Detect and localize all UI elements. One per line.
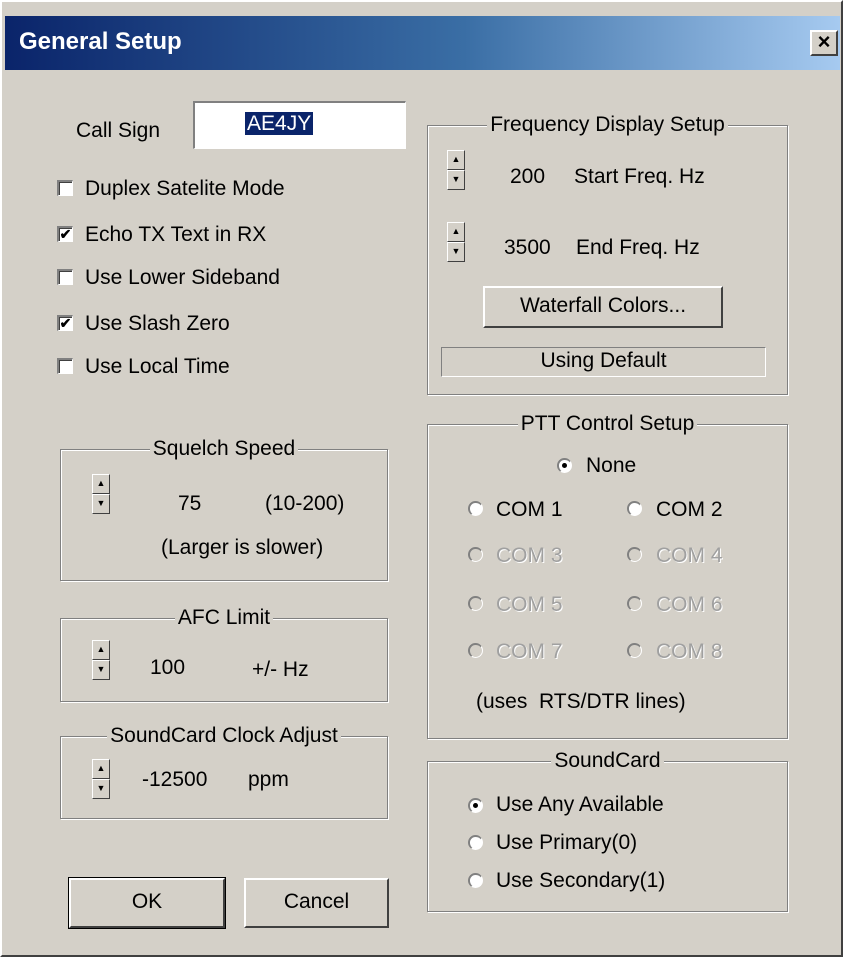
end-freq-spinner[interactable]: ▲ ▼: [447, 222, 465, 262]
com4-label: COM 4: [656, 544, 723, 567]
afc-value: 100: [150, 656, 186, 679]
close-button[interactable]: ×: [810, 30, 838, 56]
squelch-spinner[interactable]: ▲ ▼: [92, 474, 110, 514]
frequency-display-title: Frequency Display Setup: [487, 113, 728, 136]
spin-down-icon[interactable]: ▼: [92, 494, 110, 514]
squelch-value: 75: [178, 492, 202, 515]
clock-value: -12500: [142, 768, 208, 791]
clock-spinner[interactable]: ▲ ▼: [92, 759, 110, 799]
duplex-checkbox[interactable]: [57, 180, 73, 196]
com3-radio: [468, 547, 483, 562]
squelch-range: (10-200): [265, 492, 345, 515]
echo-tx-label: Echo TX Text in RX: [85, 223, 267, 246]
local-time-label: Use Local Time: [85, 355, 230, 378]
com8-radio: [627, 643, 642, 658]
spin-down-icon[interactable]: ▼: [447, 242, 465, 262]
ptt-control-title: PTT Control Setup: [517, 412, 698, 435]
spin-down-icon[interactable]: ▼: [92, 660, 110, 680]
call-sign-value: AE4JY: [245, 112, 314, 135]
spin-up-icon[interactable]: ▲: [92, 640, 110, 660]
com5-label: COM 5: [496, 593, 563, 616]
com7-radio: [468, 643, 483, 658]
ptt-none-label: None: [586, 454, 637, 477]
lower-sideband-checkbox[interactable]: [57, 269, 73, 285]
call-sign-input[interactable]: AE4JY: [193, 101, 406, 149]
spin-up-icon[interactable]: ▲: [92, 759, 110, 779]
spin-down-icon[interactable]: ▼: [92, 779, 110, 799]
spin-down-icon[interactable]: ▼: [447, 170, 465, 190]
afc-limit-title: AFC Limit: [174, 606, 274, 629]
lower-sideband-label: Use Lower Sideband: [85, 266, 280, 289]
com8-label: COM 8: [656, 640, 723, 663]
cancel-button[interactable]: Cancel: [244, 878, 389, 928]
window-title: General Setup: [19, 28, 182, 55]
squelch-speed-title: Squelch Speed: [149, 437, 299, 460]
clock-adjust-title: SoundCard Clock Adjust: [107, 724, 341, 747]
com6-radio: [627, 596, 642, 611]
squelch-note: (Larger is slower): [161, 536, 324, 559]
com5-radio: [468, 596, 483, 611]
ptt-none-radio[interactable]: [557, 458, 572, 473]
waterfall-colors-button[interactable]: Waterfall Colors...: [483, 286, 723, 328]
com1-label: COM 1: [496, 498, 563, 521]
slash-zero-checkbox[interactable]: ✔: [57, 315, 73, 331]
com2-label: COM 2: [656, 498, 723, 521]
spin-up-icon[interactable]: ▲: [92, 474, 110, 494]
com3-label: COM 3: [496, 544, 563, 567]
com6-label: COM 6: [656, 593, 723, 616]
ptt-note: (uses RTS/DTR lines): [476, 690, 686, 713]
duplex-label: Duplex Satelite Mode: [85, 177, 285, 200]
soundcard-primary-radio[interactable]: [468, 835, 483, 850]
soundcard-secondary-label: Use Secondary(1): [496, 869, 666, 892]
start-freq-spinner[interactable]: ▲ ▼: [447, 150, 465, 190]
com1-radio[interactable]: [468, 501, 483, 516]
com4-radio: [627, 547, 642, 562]
call-sign-label: Call Sign: [76, 119, 161, 142]
start-freq-value: 200: [510, 165, 546, 188]
com7-label: COM 7: [496, 640, 563, 663]
soundcard-secondary-radio[interactable]: [468, 873, 483, 888]
slash-zero-label: Use Slash Zero: [85, 312, 230, 335]
clock-unit: ppm: [248, 768, 289, 791]
soundcard-any-radio[interactable]: [468, 798, 483, 813]
spin-up-icon[interactable]: ▲: [447, 150, 465, 170]
afc-spinner[interactable]: ▲ ▼: [92, 640, 110, 680]
end-freq-value: 3500: [504, 236, 551, 259]
end-freq-label: End Freq. Hz: [576, 236, 700, 259]
afc-unit: +/- Hz: [252, 658, 309, 681]
start-freq-label: Start Freq. Hz: [574, 165, 705, 188]
waterfall-status: Using Default: [441, 347, 766, 377]
general-setup-dialog: General Setup × Call Sign AE4JY Duplex S…: [0, 0, 843, 957]
title-bar[interactable]: General Setup ×: [5, 16, 840, 70]
local-time-checkbox[interactable]: [57, 358, 73, 374]
soundcard-primary-label: Use Primary(0): [496, 831, 638, 854]
echo-tx-checkbox[interactable]: ✔: [57, 226, 73, 242]
com2-radio[interactable]: [627, 501, 642, 516]
spin-up-icon[interactable]: ▲: [447, 222, 465, 242]
soundcard-any-label: Use Any Available: [496, 793, 664, 816]
ok-button[interactable]: OK: [68, 877, 226, 929]
soundcard-title: SoundCard: [551, 749, 664, 772]
